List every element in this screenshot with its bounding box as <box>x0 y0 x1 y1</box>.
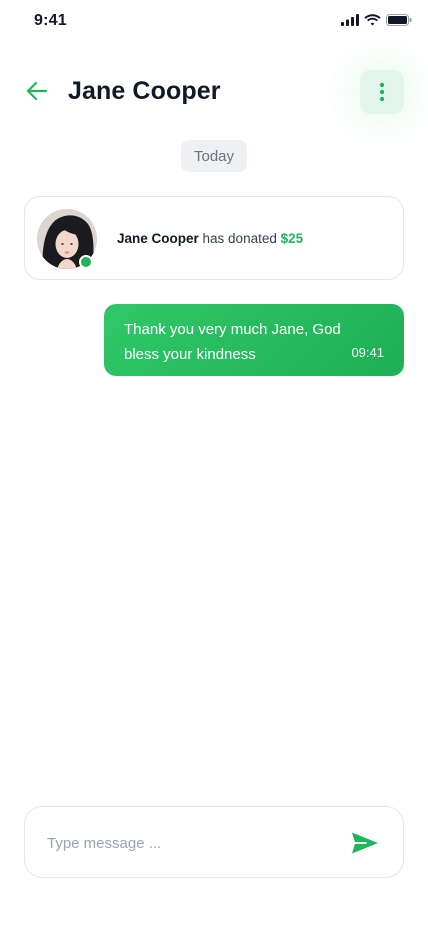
donation-card: Jane Cooper has donated $25 <box>24 196 404 280</box>
online-status-indicator <box>79 255 93 269</box>
arrow-left-icon <box>26 81 48 101</box>
donation-message: Jane Cooper has donated $25 <box>117 231 303 246</box>
status-icons <box>341 14 412 26</box>
message-time: 09:41 <box>351 345 384 360</box>
chat-header: Jane Cooper <box>0 70 428 114</box>
outgoing-message-bubble[interactable]: Thank you very much Jane, God bless your… <box>104 304 404 376</box>
donor-name[interactable]: Jane Cooper <box>117 231 199 246</box>
send-button[interactable] <box>349 828 381 858</box>
donation-amount: $25 <box>280 231 304 246</box>
battery-icon <box>386 14 412 26</box>
status-bar: 9:41 <box>0 0 428 44</box>
message-input[interactable] <box>47 829 337 857</box>
message-text: Thank you very much Jane, God bless your… <box>124 321 341 363</box>
message-composer <box>24 806 404 878</box>
date-separator: Today <box>181 140 247 172</box>
status-time: 9:41 <box>34 12 67 29</box>
more-options-button[interactable] <box>360 70 404 114</box>
cellular-signal-icon <box>341 14 359 26</box>
back-button[interactable] <box>24 78 50 104</box>
wifi-icon <box>364 14 381 26</box>
send-icon <box>352 832 378 854</box>
page-title: Jane Cooper <box>68 77 221 105</box>
donation-action-text: has donated <box>198 231 281 246</box>
more-vertical-icon <box>379 82 385 102</box>
